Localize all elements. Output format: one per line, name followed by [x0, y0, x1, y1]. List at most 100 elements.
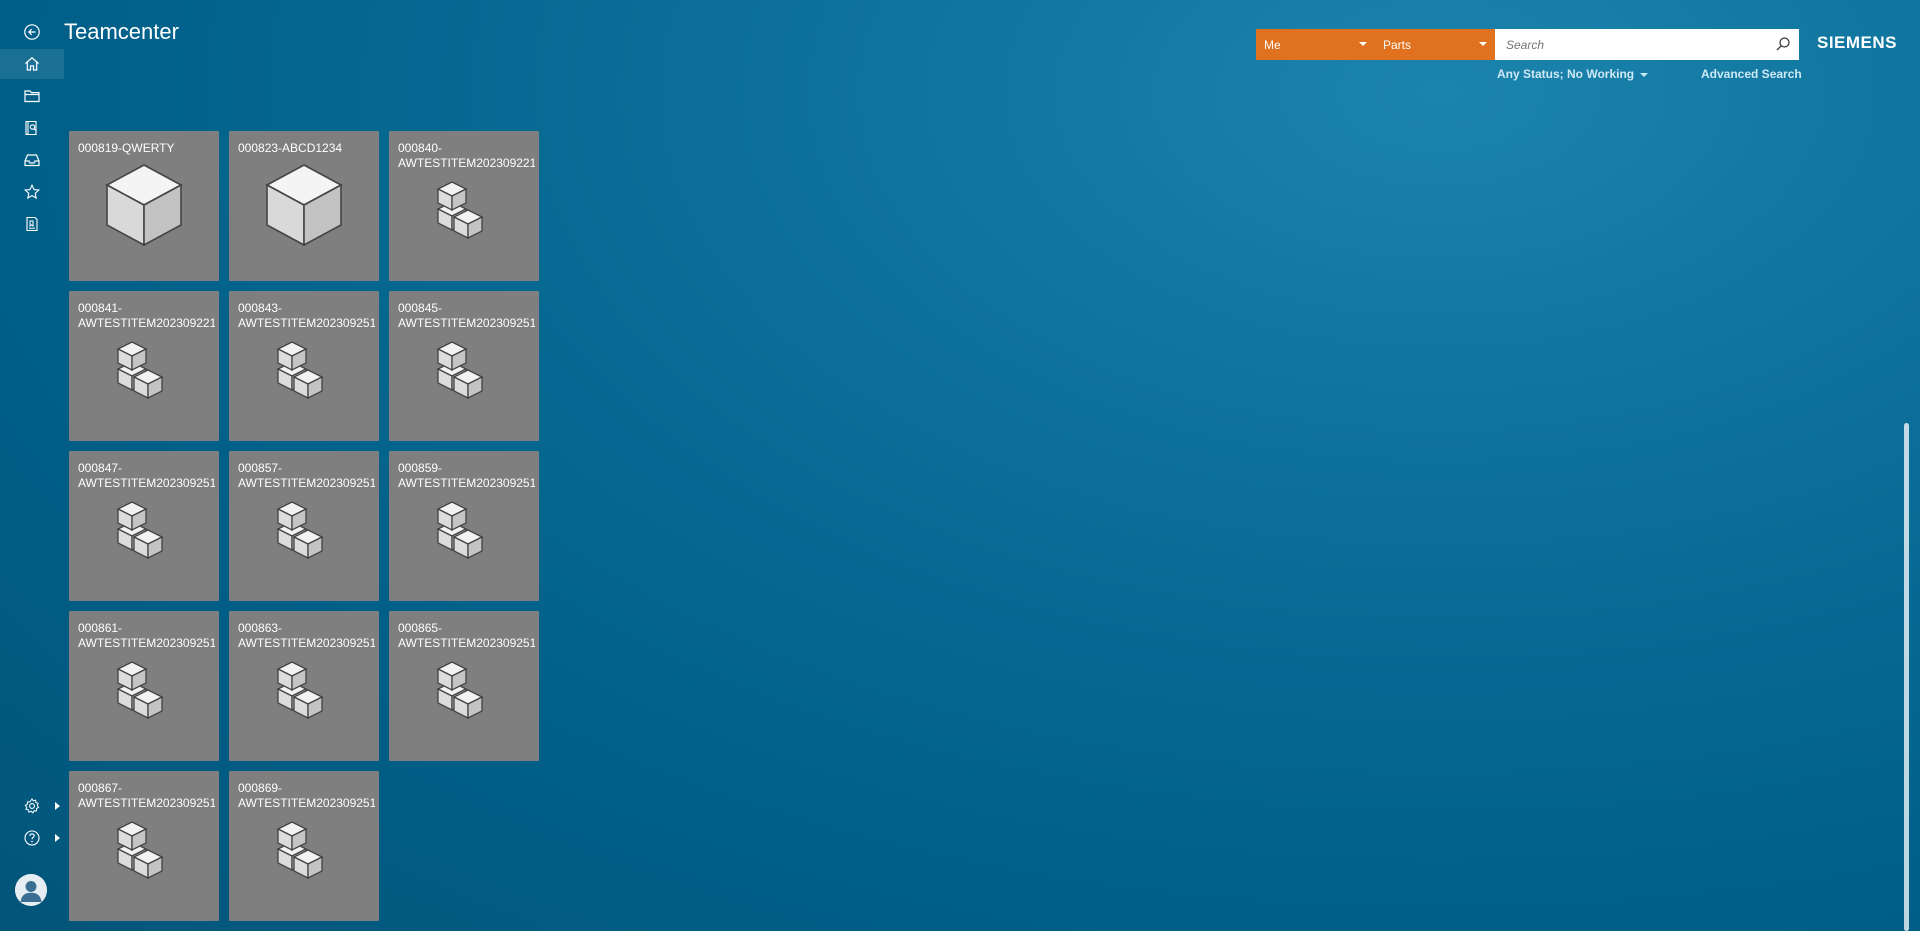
- item-tile-label: 000843- AWTESTITEM2023092516: [238, 301, 375, 331]
- item-tile-label: 000863- AWTESTITEM2023092516: [238, 621, 375, 651]
- item-tile-label: 000841- AWTESTITEM2023092216: [78, 301, 215, 331]
- item-name: AWTESTITEM2023092513: [78, 476, 215, 490]
- item-id: 000861-: [78, 621, 123, 635]
- item-tile-label: 000867- AWTESTITEM2023092517: [78, 781, 215, 811]
- status-filter-label: Any Status; No Working: [1497, 67, 1635, 81]
- inbox-button[interactable]: [0, 145, 64, 175]
- part-cube-icon: [105, 164, 183, 247]
- item-name: AWTESTITEM2023092515: [238, 476, 375, 490]
- folders-button[interactable]: [0, 81, 64, 111]
- item-tile[interactable]: 000843- AWTESTITEM2023092516: [229, 291, 379, 441]
- search-folder-icon: [25, 120, 37, 136]
- search-icon[interactable]: [1775, 36, 1791, 52]
- item-id: 000845-: [398, 301, 443, 315]
- item-tile[interactable]: 000865- AWTESTITEM2023092516: [389, 611, 539, 761]
- item-tile[interactable]: 000823-ABCD1234: [229, 131, 379, 281]
- inbox-icon: [24, 154, 40, 167]
- item-name: AWTESTITEM2023092516: [398, 636, 535, 650]
- search-folders-button[interactable]: [0, 113, 64, 143]
- brand-logo: SIEMENS: [1817, 33, 1898, 52]
- assembly-icon: [276, 501, 324, 560]
- item-tile[interactable]: 000867- AWTESTITEM2023092517: [69, 771, 219, 921]
- item-tile[interactable]: 000861- AWTESTITEM2023092515: [69, 611, 219, 761]
- favorites-button[interactable]: [0, 177, 64, 207]
- item-name: AWTESTITEM2023092516: [238, 316, 375, 330]
- item-name: AWTESTITEM2023092512: [398, 316, 535, 330]
- assembly-icon: [436, 661, 484, 720]
- search-box: [1495, 29, 1799, 60]
- item-name: AWTESTITEM2023092216: [398, 156, 535, 170]
- assembly-icon: [116, 661, 164, 720]
- item-name: AWTESTITEM2023092516: [238, 636, 375, 650]
- search-input[interactable]: [1504, 36, 1768, 53]
- chevron-down-icon: [1479, 42, 1487, 46]
- item-name: AWTESTITEM2023092517: [78, 796, 215, 810]
- user-avatar[interactable]: [15, 874, 47, 906]
- settings-icon: [24, 798, 40, 814]
- owner-scope-dropdown[interactable]: Me: [1256, 29, 1375, 60]
- item-tile-label: 000840- AWTESTITEM2023092216: [398, 141, 535, 171]
- back-button[interactable]: [0, 17, 64, 47]
- user-icon: [15, 874, 47, 906]
- item-tile[interactable]: 000869- AWTESTITEM2023092517: [229, 771, 379, 921]
- chevron-down-icon: [1359, 42, 1367, 46]
- scrollbar-thumb[interactable]: [1904, 423, 1909, 931]
- item-tile[interactable]: 000840- AWTESTITEM2023092216: [389, 131, 539, 281]
- item-id: 000859-: [398, 461, 443, 475]
- assembly-icon: [276, 821, 324, 880]
- assembly-icon: [276, 661, 324, 720]
- item-name: AWTESTITEM2023092216: [78, 316, 215, 330]
- home-icon: [25, 57, 39, 71]
- item-id: 000840-: [398, 141, 443, 155]
- help-icon: [24, 830, 40, 846]
- item-id: 000841-: [78, 301, 123, 315]
- item-id: 000867-: [78, 781, 123, 795]
- item-tile[interactable]: 000857- AWTESTITEM2023092515: [229, 451, 379, 601]
- left-navigation: [0, 0, 64, 931]
- item-tile[interactable]: 000859- AWTESTITEM2023092515: [389, 451, 539, 601]
- app-title: Teamcenter: [64, 19, 179, 44]
- item-id: 000823-ABCD1234: [238, 141, 343, 155]
- item-tile[interactable]: 000819-QWERTY: [69, 131, 219, 281]
- assembly-icon: [276, 341, 324, 400]
- item-name: AWTESTITEM2023092517: [238, 796, 375, 810]
- part-cube-icon: [265, 164, 343, 247]
- scrollbar[interactable]: [1904, 87, 1910, 931]
- back-icon: [24, 24, 40, 40]
- assembly-icon: [436, 181, 484, 240]
- assembly-icon: [436, 341, 484, 400]
- folder-icon: [24, 90, 40, 103]
- item-tile-label: 000869- AWTESTITEM2023092517: [238, 781, 375, 811]
- item-tile-label: 000865- AWTESTITEM2023092516: [398, 621, 535, 651]
- item-id: 000863-: [238, 621, 283, 635]
- bookmark-list-icon: [26, 216, 38, 232]
- item-tile-label: 000847- AWTESTITEM2023092513: [78, 461, 215, 491]
- item-tile-label: 000857- AWTESTITEM2023092515: [238, 461, 375, 491]
- item-tile-label: 000859- AWTESTITEM2023092515: [398, 461, 535, 491]
- assembly-icon: [116, 501, 164, 560]
- help-expand-icon[interactable]: [55, 834, 60, 842]
- item-tile[interactable]: 000863- AWTESTITEM2023092516: [229, 611, 379, 761]
- item-id: 000865-: [398, 621, 443, 635]
- home-button[interactable]: [0, 49, 64, 79]
- item-tile-label: 000823-ABCD1234: [238, 141, 375, 156]
- advanced-search-link[interactable]: Advanced Search: [1701, 67, 1802, 81]
- item-tile[interactable]: 000847- AWTESTITEM2023092513: [69, 451, 219, 601]
- chevron-down-icon: [1640, 72, 1649, 77]
- item-id: 000819-QWERTY: [78, 141, 175, 155]
- item-tile[interactable]: 000841- AWTESTITEM2023092216: [69, 291, 219, 441]
- owner-scope-value: Me: [1264, 37, 1281, 52]
- item-tile[interactable]: 000845- AWTESTITEM2023092512: [389, 291, 539, 441]
- item-name: AWTESTITEM2023092515: [78, 636, 215, 650]
- status-filter[interactable]: Any Status; No Working: [1497, 67, 1649, 81]
- assembly-icon: [116, 821, 164, 880]
- item-tile-label: 000819-QWERTY: [78, 141, 215, 156]
- item-name: AWTESTITEM2023092515: [398, 476, 535, 490]
- item-tile-label: 000845- AWTESTITEM2023092512: [398, 301, 535, 331]
- type-scope-dropdown[interactable]: Parts: [1375, 29, 1495, 60]
- assembly-icon: [116, 341, 164, 400]
- assembly-icon: [436, 501, 484, 560]
- item-id: 000843-: [238, 301, 283, 315]
- settings-expand-icon[interactable]: [55, 802, 60, 810]
- lists-button[interactable]: [0, 209, 64, 239]
